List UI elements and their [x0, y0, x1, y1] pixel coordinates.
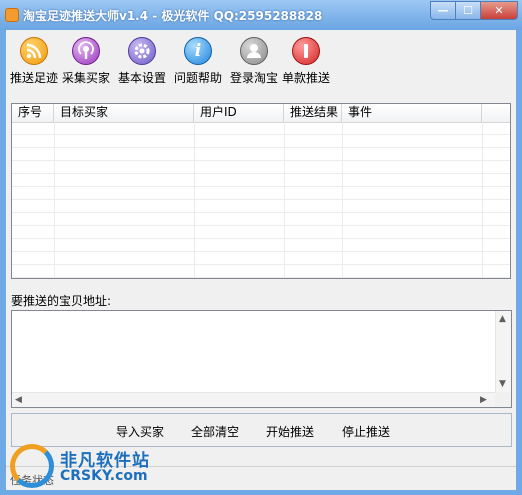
- podcast-icon: [72, 37, 100, 65]
- scroll-down-icon[interactable]: ▼: [499, 379, 506, 389]
- stop-icon: [292, 37, 320, 65]
- toolbar: 推送足迹 采集买家 基本设置 i 问题帮助 登录淘宝 单款推送: [6, 30, 516, 90]
- table-row[interactable]: [12, 226, 510, 239]
- close-icon: ✕: [494, 4, 504, 17]
- address-label: 要推送的宝贝地址:: [11, 294, 112, 308]
- title-bar[interactable]: 淘宝足迹推送大师v1.4 - 极光软件 QQ:2595288828 — ☐ ✕: [0, 0, 522, 30]
- table-row[interactable]: [12, 174, 510, 187]
- scroll-up-icon[interactable]: ▲: [499, 314, 506, 324]
- column-divider: [284, 122, 285, 278]
- help-button[interactable]: i 问题帮助: [170, 36, 226, 88]
- column-header[interactable]: 用户ID: [194, 104, 284, 122]
- table-row[interactable]: [12, 187, 510, 200]
- minimize-button[interactable]: —: [430, 1, 456, 20]
- table-row[interactable]: [12, 148, 510, 161]
- close-button[interactable]: ✕: [480, 1, 518, 20]
- import-buyers-button[interactable]: 导入买家: [116, 423, 164, 440]
- client-area: 推送足迹 采集买家 基本设置 i 问题帮助 登录淘宝 单款推送 序号 目标买家 …: [6, 30, 516, 490]
- clear-all-button[interactable]: 全部清空: [191, 423, 239, 440]
- vertical-scrollbar[interactable]: ▲ ▼: [495, 311, 511, 393]
- column-divider: [482, 122, 483, 278]
- buyers-table[interactable]: 序号 目标买家 用户ID 推送结果 事件: [11, 103, 511, 279]
- column-divider: [342, 122, 343, 278]
- watermark-circle-icon: [10, 444, 54, 488]
- maximize-button[interactable]: ☐: [455, 1, 481, 20]
- scrollbar-corner: [495, 392, 511, 407]
- address-textarea[interactable]: ▲ ▼ ◀ ▶: [11, 310, 512, 408]
- column-header[interactable]: 事件: [342, 104, 482, 122]
- start-push-button[interactable]: 开始推送: [266, 423, 314, 440]
- app-window: 淘宝足迹推送大师v1.4 - 极光软件 QQ:2595288828 — ☐ ✕ …: [0, 0, 522, 495]
- table-row[interactable]: [12, 265, 510, 278]
- table-row[interactable]: [12, 239, 510, 252]
- table-row[interactable]: [12, 252, 510, 265]
- stop-push-button[interactable]: 停止推送: [342, 423, 390, 440]
- column-header[interactable]: 推送结果: [284, 104, 342, 122]
- toolbar-label: 采集买家: [61, 71, 110, 85]
- toolbar-label: 问题帮助: [173, 71, 222, 85]
- collect-buyers-button[interactable]: 采集买家: [58, 36, 114, 88]
- table-header: 序号 目标买家 用户ID 推送结果 事件: [12, 104, 510, 123]
- info-icon: i: [184, 37, 212, 65]
- column-header[interactable]: 目标买家: [54, 104, 194, 122]
- rss-icon: [20, 37, 48, 65]
- table-row[interactable]: [12, 213, 510, 226]
- column-divider: [54, 122, 55, 278]
- column-header[interactable]: 序号: [12, 104, 54, 122]
- table-row[interactable]: [12, 200, 510, 213]
- table-row[interactable]: [12, 161, 510, 174]
- single-push-button[interactable]: 单款推送: [278, 36, 334, 88]
- watermark-en-text: CRSKY.com: [60, 468, 148, 484]
- app-icon: [5, 8, 19, 22]
- column-divider: [194, 122, 195, 278]
- minimize-icon: —: [437, 4, 449, 17]
- table-row[interactable]: [12, 122, 510, 135]
- horizontal-scrollbar[interactable]: ◀ ▶: [12, 392, 495, 407]
- maximize-icon: ☐: [463, 4, 473, 17]
- toolbar-label: 基本设置: [117, 71, 166, 85]
- watermark-logo: 非凡软件站 CRSKY.com: [8, 442, 178, 490]
- table-row[interactable]: [12, 135, 510, 148]
- scroll-right-icon[interactable]: ▶: [480, 395, 487, 405]
- table-body: [12, 122, 510, 278]
- toolbar-label: 单款推送: [281, 71, 330, 85]
- window-title: 淘宝足迹推送大师v1.4 - 极光软件 QQ:2595288828: [23, 9, 323, 23]
- scroll-left-icon[interactable]: ◀: [15, 395, 22, 405]
- gear-icon: [128, 37, 156, 65]
- basic-settings-button[interactable]: 基本设置: [114, 36, 170, 88]
- user-icon: [240, 37, 268, 65]
